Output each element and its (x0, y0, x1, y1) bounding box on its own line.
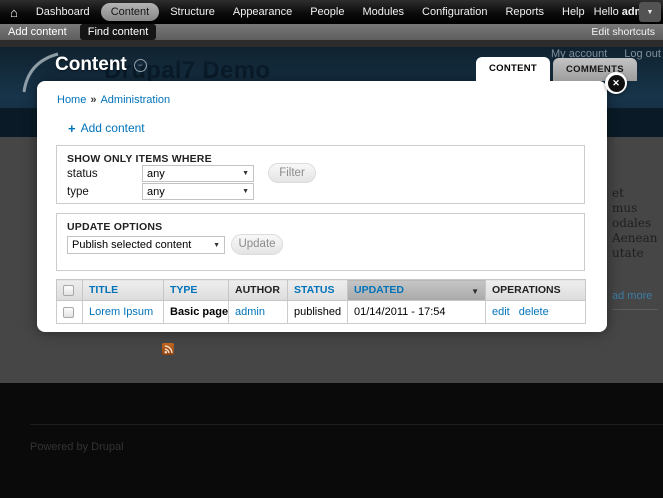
column-header-updated[interactable]: ▼ UPDATED (348, 280, 486, 301)
edit-link[interactable]: edit (492, 306, 510, 318)
lorem-fragment: Aenean (612, 231, 657, 245)
overlay-close-button[interactable]: ✕ (605, 72, 627, 94)
lorem-fragment: et (612, 186, 624, 200)
node-author-link[interactable]: admin (235, 306, 265, 318)
toolbar-item-help[interactable]: Help (553, 4, 594, 20)
status-select[interactable]: any ▼ (142, 165, 254, 182)
sort-desc-icon: ▼ (471, 287, 479, 296)
type-label: type (67, 186, 89, 198)
powered-by-text: Powered by Drupal (30, 441, 124, 453)
overlay-page-title: Content − (55, 54, 147, 76)
type-select[interactable]: any ▼ (142, 183, 254, 200)
select-caret-icon: ▼ (242, 170, 249, 177)
column-header-operations: OPERATIONS (486, 280, 586, 301)
tab-content[interactable]: CONTENT (476, 57, 550, 81)
breadcrumb-administration-link[interactable]: Administration (100, 94, 170, 106)
footer-divider (30, 424, 663, 425)
shortcut-bar: Add content Find content Edit shortcuts (0, 24, 663, 40)
lorem-fragment: mus (612, 201, 637, 215)
toolbar-item-people[interactable]: People (301, 4, 353, 20)
column-header-type[interactable]: TYPE (164, 280, 229, 301)
toolbar-item-dashboard[interactable]: Dashboard (27, 4, 99, 20)
update-action-select[interactable]: Publish selected content ▼ (67, 236, 225, 254)
toolbar-collapse-toggle[interactable]: ▼ (639, 2, 661, 22)
node-divider (612, 309, 658, 310)
toolbar-shadow-strip (0, 40, 663, 47)
table-row: Lorem Ipsum Basic page admin published 0… (57, 301, 586, 324)
filter-fieldset-legend: SHOW ONLY ITEMS WHERE (67, 153, 212, 165)
add-content-link[interactable]: + Add content (68, 121, 145, 135)
edit-shortcuts-link[interactable]: Edit shortcuts (591, 26, 663, 38)
update-button[interactable]: Update (231, 234, 283, 255)
table-header-row: TITLE TYPE AUTHOR STATUS ▼ UPDATED OPERA… (57, 280, 586, 301)
breadcrumb-home-link[interactable]: Home (57, 94, 86, 106)
content-table: TITLE TYPE AUTHOR STATUS ▼ UPDATED OPERA… (56, 279, 586, 324)
toolbar-item-modules[interactable]: Modules (353, 4, 413, 20)
toolbar-item-appearance[interactable]: Appearance (224, 4, 301, 20)
column-header-status[interactable]: STATUS (288, 280, 348, 301)
node-title-link[interactable]: Lorem Ipsum (89, 306, 153, 318)
select-caret-icon: ▼ (213, 242, 220, 249)
toolbar-item-configuration[interactable]: Configuration (413, 4, 496, 20)
filter-button[interactable]: Filter (268, 163, 316, 183)
rss-feed-icon[interactable] (162, 343, 174, 355)
select-all-checkbox[interactable] (63, 285, 74, 296)
lorem-fragment: utate (612, 246, 644, 260)
site-footer-dimmed: Powered by Drupal (0, 383, 663, 498)
filter-fieldset: SHOW ONLY ITEMS WHERE status any ▼ Filte… (56, 145, 585, 204)
select-caret-icon: ▼ (242, 188, 249, 195)
close-icon: ✕ (608, 75, 625, 92)
toolbar-item-reports[interactable]: Reports (496, 4, 553, 20)
read-more-link[interactable]: ad more (612, 290, 652, 302)
plus-icon: + (68, 122, 76, 135)
update-options-fieldset: UPDATE OPTIONS Publish selected content … (56, 213, 585, 271)
row-checkbox[interactable] (63, 307, 74, 318)
toolbar-item-structure[interactable]: Structure (161, 4, 224, 20)
breadcrumb: Home » Administration (57, 94, 170, 106)
column-header-author: AUTHOR (229, 280, 288, 301)
update-fieldset-legend: UPDATE OPTIONS (67, 221, 162, 233)
admin-toolbar: ⌂ Dashboard Content Structure Appearance… (0, 0, 663, 24)
overlay-minimize-icon[interactable]: − (134, 59, 147, 72)
delete-link[interactable]: delete (519, 306, 549, 318)
node-status: published (288, 301, 348, 324)
home-icon[interactable]: ⌂ (0, 6, 27, 19)
node-updated: 01/14/2011 - 17:54 (348, 301, 486, 324)
column-header-title[interactable]: TITLE (83, 280, 164, 301)
content-overlay-modal: Home » Administration + Add content SHOW O… (37, 81, 607, 332)
chevron-down-icon: ▼ (647, 9, 654, 16)
toolbar-item-content[interactable]: Content (101, 3, 160, 21)
lorem-fragment: odales (612, 216, 651, 230)
breadcrumb-separator-icon: » (90, 94, 96, 106)
node-type: Basic page (164, 301, 229, 324)
shortcut-find-content[interactable]: Find content (80, 24, 157, 40)
shortcut-add-content[interactable]: Add content (0, 24, 75, 40)
status-label: status (67, 168, 98, 180)
